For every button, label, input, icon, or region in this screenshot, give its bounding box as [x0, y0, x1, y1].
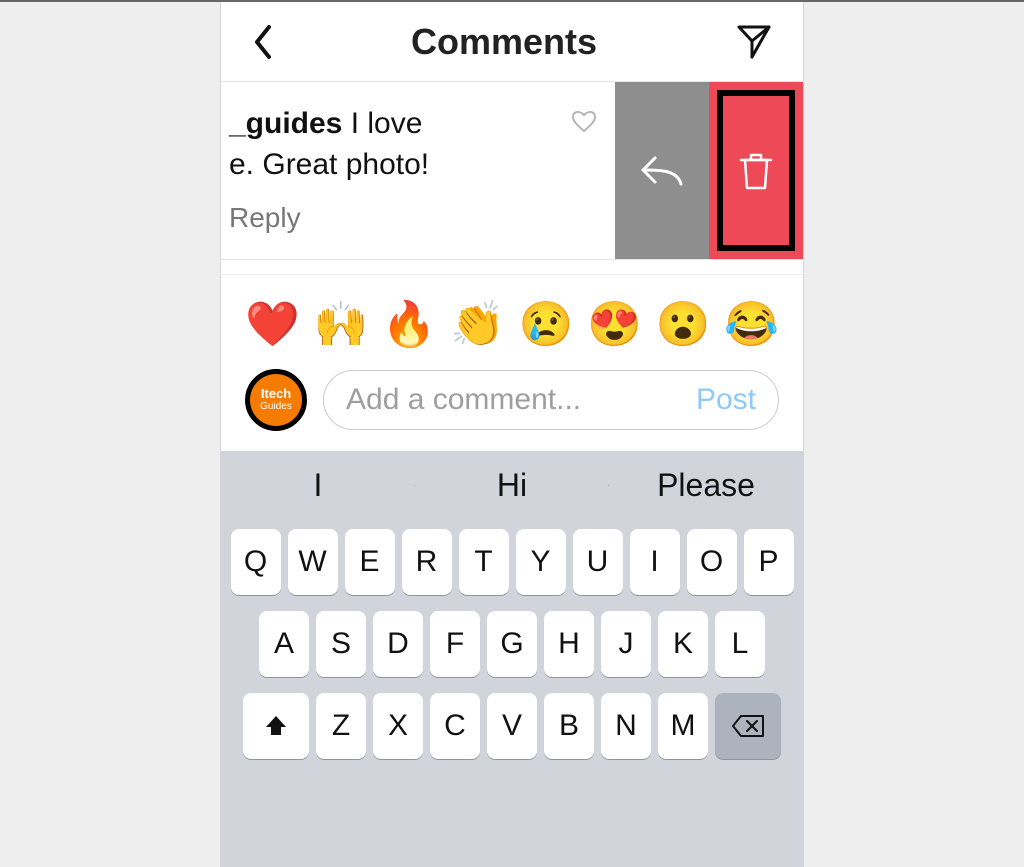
key-u[interactable]: U — [573, 529, 623, 595]
shift-key[interactable] — [243, 693, 309, 759]
suggestion-3[interactable]: Please — [609, 467, 803, 504]
emoji-fire[interactable]: 🔥 — [382, 303, 437, 347]
trash-icon — [737, 148, 775, 192]
key-i[interactable]: I — [630, 529, 680, 595]
emoji-clap[interactable]: 👏 — [450, 303, 505, 347]
key-k[interactable]: K — [658, 611, 708, 677]
emoji-surprised[interactable]: 😮 — [656, 303, 711, 347]
key-l[interactable]: L — [715, 611, 765, 677]
key-z[interactable]: Z — [316, 693, 366, 759]
comment-row-swiped: _guides I love e. Great photo! Reply — [221, 82, 803, 260]
swipe-reply-button[interactable] — [615, 82, 709, 259]
shift-icon — [263, 713, 289, 739]
key-b[interactable]: B — [544, 693, 594, 759]
keyboard: I Hi Please Q W E R T Y U I O P A S D F … — [221, 451, 803, 867]
comment-username: _guides — [229, 107, 342, 140]
suggestion-bar: I Hi Please — [221, 451, 803, 521]
key-row-2: A S D F G H J K L — [221, 603, 803, 685]
emoji-heart-eyes[interactable]: 😍 — [587, 303, 642, 347]
key-f[interactable]: F — [430, 611, 480, 677]
key-d[interactable]: D — [373, 611, 423, 677]
suggestion-2[interactable]: Hi — [415, 467, 609, 504]
header-bar: Comments — [221, 2, 803, 82]
avatar[interactable]: Itech Guides — [245, 369, 307, 431]
key-v[interactable]: V — [487, 693, 537, 759]
suggestion-1[interactable]: I — [221, 467, 415, 504]
chevron-left-icon — [251, 23, 273, 61]
key-row-3: Z X C V B N M — [221, 685, 803, 767]
comment-body[interactable]: _guides I love e. Great photo! Reply — [221, 82, 615, 259]
emoji-cry[interactable]: 😢 — [519, 303, 574, 347]
key-x[interactable]: X — [373, 693, 423, 759]
key-s[interactable]: S — [316, 611, 366, 677]
swipe-delete-button[interactable] — [709, 82, 803, 259]
key-h[interactable]: H — [544, 611, 594, 677]
comment-text: _guides I love e. Great photo! Reply — [229, 104, 559, 237]
key-g[interactable]: G — [487, 611, 537, 677]
key-r[interactable]: R — [402, 529, 452, 595]
key-w[interactable]: W — [288, 529, 338, 595]
heart-outline-icon — [571, 110, 597, 134]
emoji-raised-hands[interactable]: 🙌 — [313, 303, 368, 347]
key-n[interactable]: N — [601, 693, 651, 759]
share-button[interactable] — [735, 23, 773, 61]
phone-frame: Comments _guides I love e. Great photo! … — [220, 2, 804, 867]
backspace-key[interactable] — [715, 693, 781, 759]
key-a[interactable]: A — [259, 611, 309, 677]
comment-input-pill[interactable]: Add a comment... Post — [323, 370, 779, 430]
page-title: Comments — [411, 21, 597, 63]
comment-input[interactable]: Add a comment... — [346, 383, 686, 417]
key-e[interactable]: E — [345, 529, 395, 595]
backspace-icon — [731, 714, 765, 738]
key-p[interactable]: P — [744, 529, 794, 595]
emoji-heart[interactable]: ❤️ — [245, 303, 300, 347]
key-q[interactable]: Q — [231, 529, 281, 595]
key-j[interactable]: J — [601, 611, 651, 677]
key-o[interactable]: O — [687, 529, 737, 595]
key-y[interactable]: Y — [516, 529, 566, 595]
post-button[interactable]: Post — [696, 383, 756, 417]
emoji-joy[interactable]: 😂 — [724, 303, 779, 347]
key-row-1: Q W E R T Y U I O P — [221, 521, 803, 603]
compose-row: Itech Guides Add a comment... Post — [221, 355, 803, 451]
key-t[interactable]: T — [459, 529, 509, 595]
paper-plane-icon — [735, 23, 773, 61]
reply-link[interactable]: Reply — [229, 199, 559, 237]
avatar-label: Itech Guides — [250, 374, 302, 426]
reply-arrow-icon — [639, 150, 685, 190]
key-m[interactable]: M — [658, 693, 708, 759]
emoji-bar: ❤️ 🙌 🔥 👏 😢 😍 😮 😂 — [221, 274, 803, 355]
back-button[interactable] — [251, 23, 273, 61]
key-c[interactable]: C — [430, 693, 480, 759]
like-button[interactable] — [571, 110, 597, 134]
